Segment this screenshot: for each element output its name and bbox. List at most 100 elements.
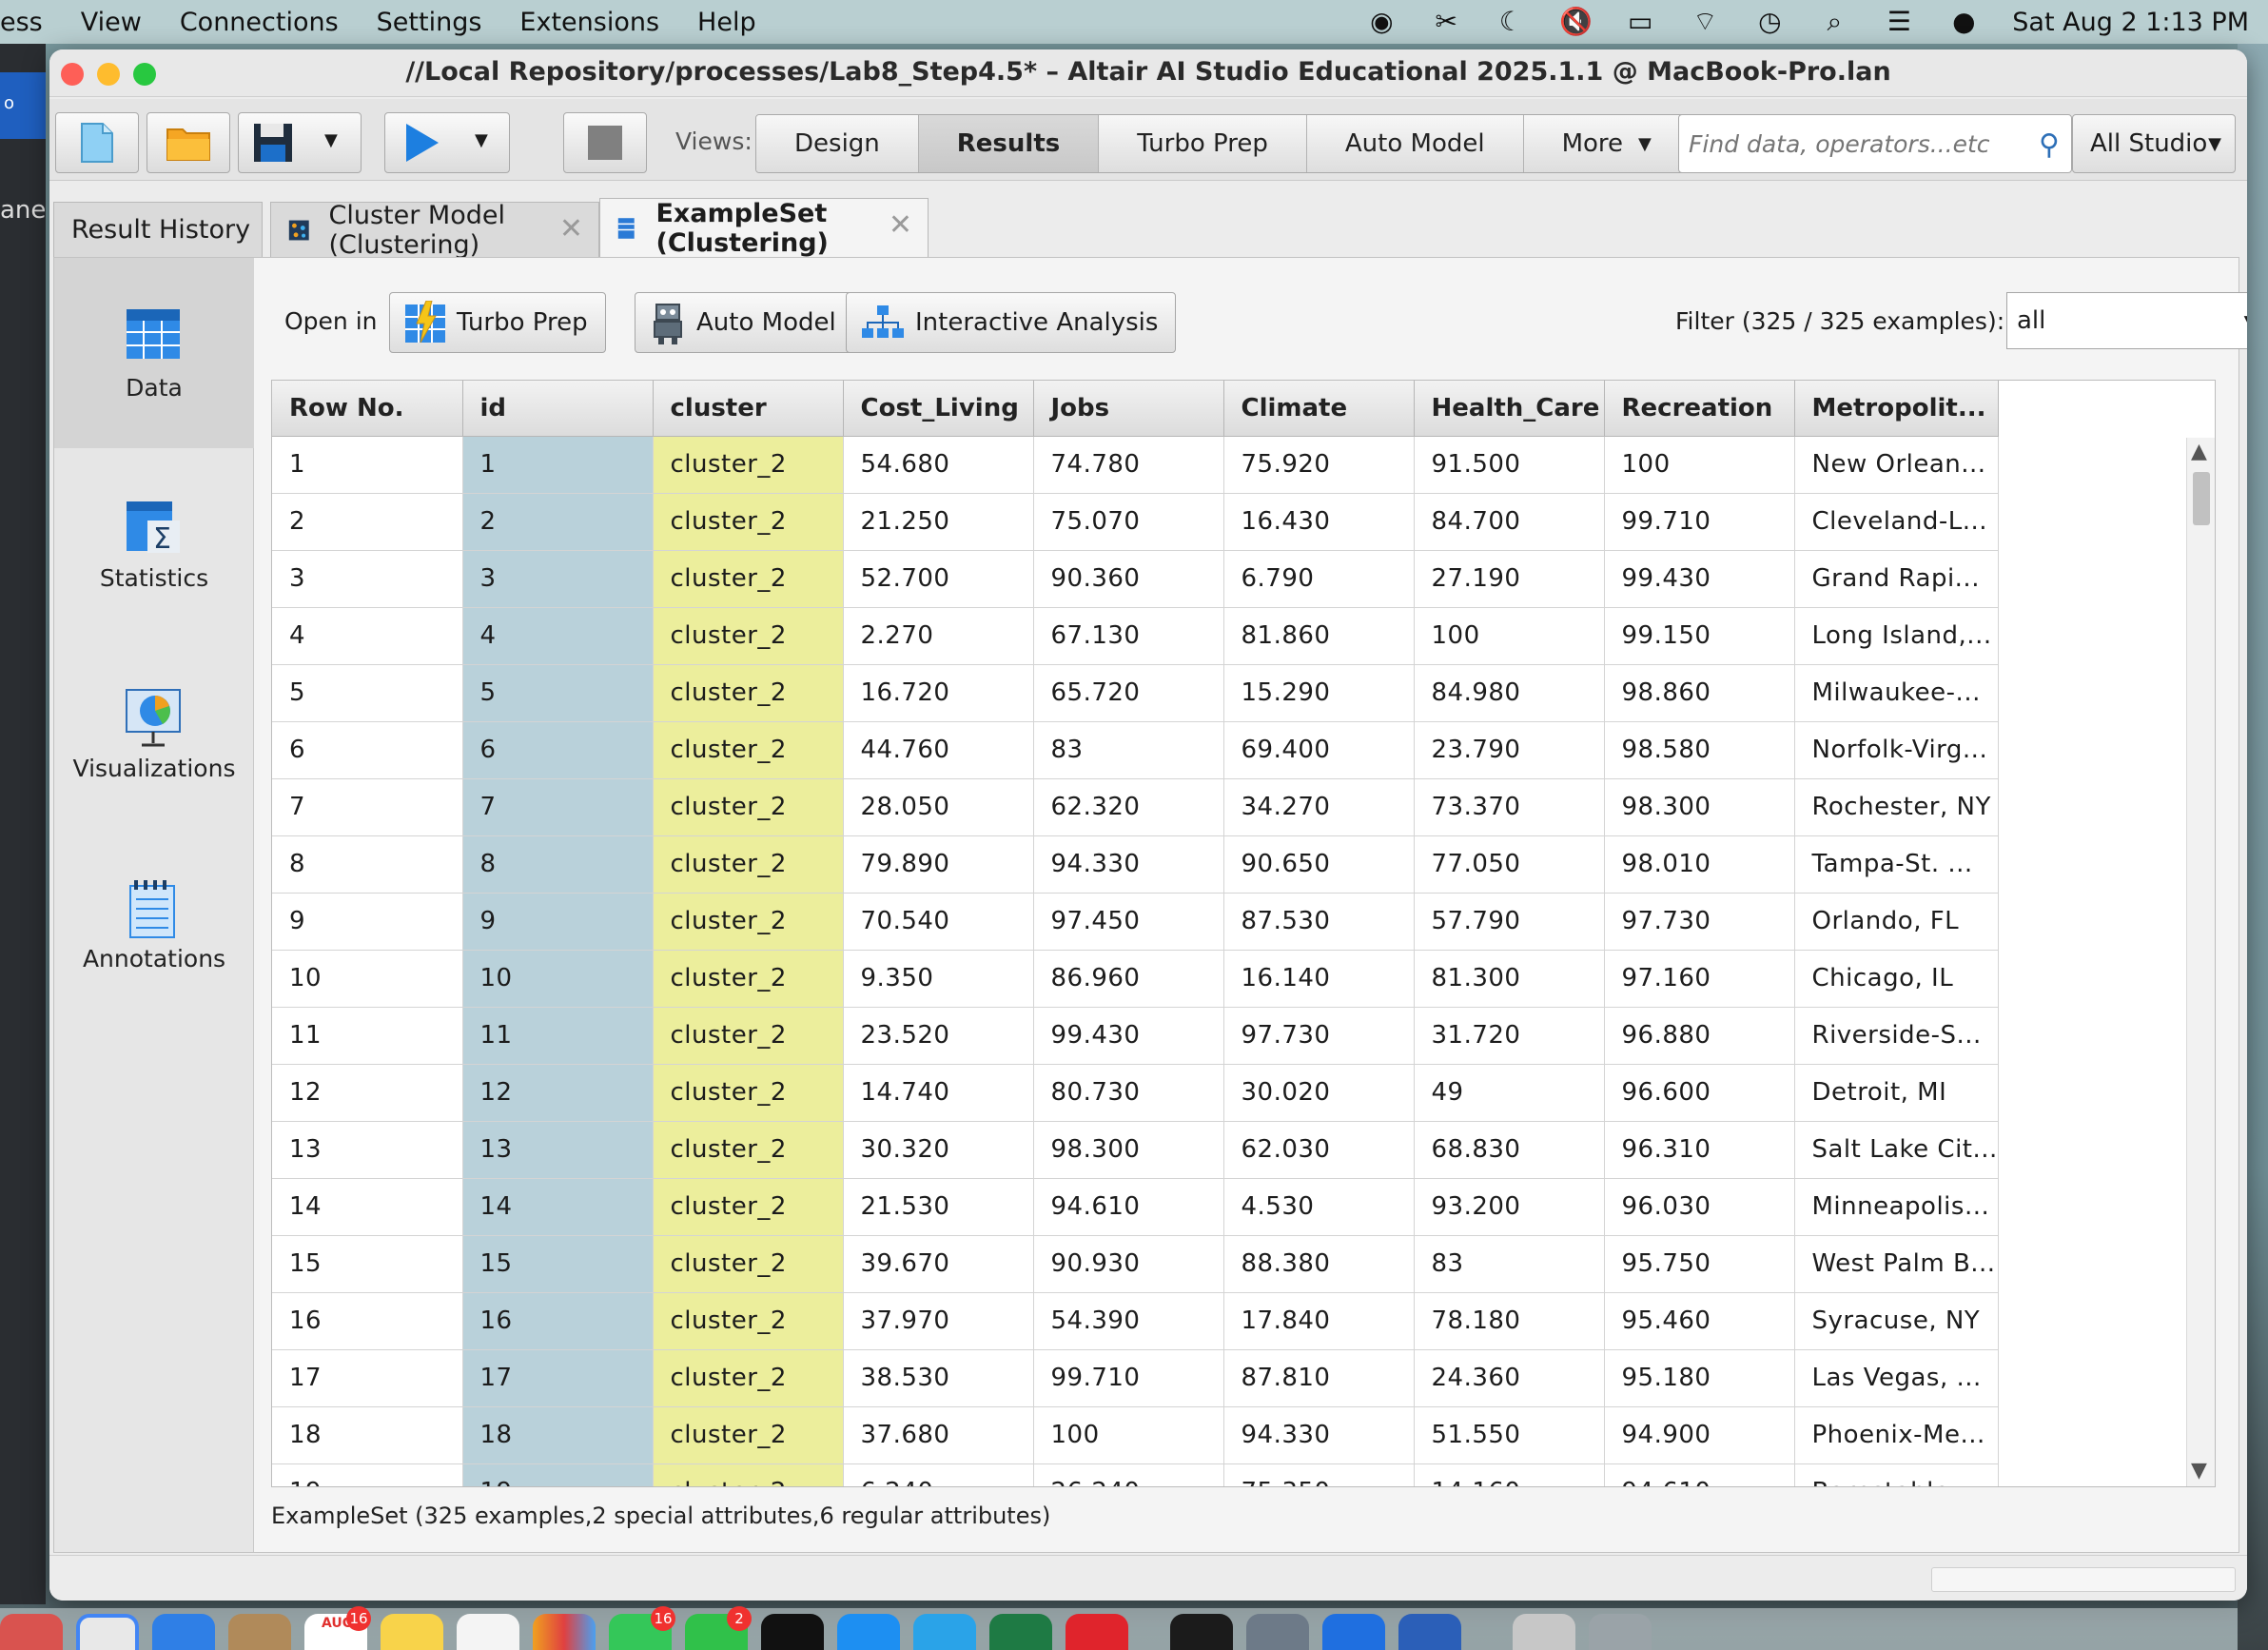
scrollbar-thumb[interactable] xyxy=(2193,472,2210,525)
view-turbo-prep-button[interactable]: Turbo Prep xyxy=(1099,115,1307,172)
contacts-icon[interactable] xyxy=(228,1614,291,1650)
table-cell[interactable]: Norfolk-Virg... xyxy=(1794,721,1999,779)
table-cell[interactable]: 49 xyxy=(1414,1064,1605,1122)
table-cell[interactable]: 68.830 xyxy=(1414,1121,1605,1179)
table-cell[interactable]: 90.650 xyxy=(1223,835,1415,894)
table-row[interactable]: 17 17 cluster_2 38.530 99.710 87.810 24.360 95.… xyxy=(272,1349,1999,1407)
view-more-button[interactable]: More ▼ xyxy=(1523,115,1690,172)
table-cell[interactable]: 5 xyxy=(462,664,654,722)
table-cell[interactable]: 99.710 xyxy=(1604,493,1795,551)
table-cell[interactable]: cluster_2 xyxy=(653,1235,844,1293)
table-cell[interactable]: cluster_2 xyxy=(653,1007,844,1065)
table-cell[interactable]: 93.200 xyxy=(1414,1178,1605,1236)
menu-connections[interactable]: Connections xyxy=(180,8,339,37)
table-cell[interactable]: cluster_2 xyxy=(653,1463,844,1486)
menu-app-fragment[interactable]: ess xyxy=(0,8,43,37)
app-store-icon[interactable] xyxy=(837,1614,900,1650)
table-cell[interactable]: 77.050 xyxy=(1414,835,1605,894)
table-cell[interactable]: 3 xyxy=(272,550,463,608)
table-cell[interactable]: 16.720 xyxy=(843,664,1034,722)
table-cell[interactable]: Barnstable... xyxy=(1794,1463,1999,1486)
table-cell[interactable]: 80.730 xyxy=(1033,1064,1224,1122)
new-process-button[interactable] xyxy=(55,112,139,173)
table-cell[interactable]: cluster_2 xyxy=(653,778,844,836)
table-cell[interactable]: cluster_2 xyxy=(653,1406,844,1464)
control-center-icon[interactable]: ☰ xyxy=(1883,6,1915,38)
table-cell[interactable]: 11 xyxy=(272,1007,463,1065)
table-cell[interactable]: 3 xyxy=(462,550,654,608)
save-process-button[interactable]: ▼ xyxy=(238,112,362,173)
table-cell[interactable]: cluster_2 xyxy=(653,550,844,608)
table-cell[interactable]: 84.980 xyxy=(1414,664,1605,722)
chevron-down-icon[interactable]: ▼ xyxy=(475,130,488,150)
table-cell[interactable]: 18 xyxy=(462,1406,654,1464)
wifi-icon[interactable]: ⌔ xyxy=(1689,6,1721,38)
table-cell[interactable]: 96.880 xyxy=(1604,1007,1795,1065)
menu-view[interactable]: View xyxy=(81,8,142,37)
photos-icon[interactable] xyxy=(533,1614,596,1650)
table-cell[interactable]: Tampa-St. ... xyxy=(1794,835,1999,894)
table-cell[interactable]: 44.760 xyxy=(843,721,1034,779)
table-cell[interactable]: 9 xyxy=(462,893,654,951)
excel-icon[interactable] xyxy=(989,1614,1052,1650)
table-cell[interactable]: Long Island,... xyxy=(1794,607,1999,665)
table-cell[interactable]: 30.020 xyxy=(1223,1064,1415,1122)
table-cell[interactable]: 83 xyxy=(1414,1235,1605,1293)
sidebar-item-annotations[interactable]: Annotations xyxy=(54,829,254,1019)
view-results-button[interactable]: Results xyxy=(918,115,1100,172)
table-cell[interactable]: 94.330 xyxy=(1223,1406,1415,1464)
table-cell[interactable]: 94.900 xyxy=(1604,1406,1795,1464)
table-row[interactable]: 7 7 cluster_2 28.050 62.320 34.270 73.370 98.30… xyxy=(272,778,1999,836)
table-cell[interactable]: 62.320 xyxy=(1033,778,1224,836)
table-cell[interactable]: 54.680 xyxy=(843,436,1034,494)
table-cell[interactable]: 11 xyxy=(462,1007,654,1065)
table-cell[interactable]: 14 xyxy=(462,1178,654,1236)
table-cell[interactable]: 83 xyxy=(1033,721,1224,779)
table-cell[interactable]: 96.030 xyxy=(1604,1178,1795,1236)
table-cell[interactable]: cluster_2 xyxy=(653,1349,844,1407)
table-cell[interactable]: 99.150 xyxy=(1604,607,1795,665)
table-cell[interactable]: 2 xyxy=(462,493,654,551)
table-cell[interactable]: 91.500 xyxy=(1414,436,1605,494)
table-row[interactable]: 12 12 cluster_2 14.740 80.730 30.020 49 96.600 D… xyxy=(272,1064,1999,1122)
sidebar-item-data[interactable]: Data xyxy=(54,258,254,448)
table-cell[interactable]: 12 xyxy=(462,1064,654,1122)
table-cell[interactable]: Las Vegas, ... xyxy=(1794,1349,1999,1407)
table-cell[interactable]: 17 xyxy=(462,1349,654,1407)
notes-icon[interactable] xyxy=(381,1614,443,1650)
table-cell[interactable]: Grand Rapi... xyxy=(1794,550,1999,608)
table-cell[interactable]: cluster_2 xyxy=(653,893,844,951)
table-cell[interactable]: Rochester, NY xyxy=(1794,778,1999,836)
table-cell[interactable]: cluster_2 xyxy=(653,607,844,665)
table-row[interactable]: 2 2 cluster_2 21.250 75.070 16.430 84.700 99.71… xyxy=(272,493,1999,551)
table-cell[interactable]: 34.270 xyxy=(1223,778,1415,836)
table-cell[interactable]: 98.580 xyxy=(1604,721,1795,779)
table-cell[interactable]: 90.930 xyxy=(1033,1235,1224,1293)
column-header[interactable]: cluster xyxy=(653,381,844,437)
table-cell[interactable]: 9.350 xyxy=(843,950,1034,1008)
table-row[interactable]: 1919cluster_26.24026.24075.35014.16094.6… xyxy=(272,1463,1999,1486)
chrome-icon[interactable] xyxy=(76,1614,139,1650)
table-row[interactable]: 11 11 cluster_2 23.520 99.430 97.730 31.720 96.… xyxy=(272,1007,1999,1065)
mail-icon[interactable] xyxy=(152,1614,215,1650)
table-cell[interactable]: Minneapolis... xyxy=(1794,1178,1999,1236)
table-cell[interactable]: 4 xyxy=(462,607,654,665)
scroll-down-icon[interactable]: ▼ xyxy=(2191,1459,2207,1483)
table-cell[interactable]: 6.240 xyxy=(843,1463,1034,1486)
global-search-input[interactable] xyxy=(1689,129,2012,158)
trash-icon[interactable] xyxy=(1589,1614,1652,1650)
battery-icon[interactable]: ▭ xyxy=(1624,6,1656,38)
table-cell[interactable]: 67.130 xyxy=(1033,607,1224,665)
table-cell[interactable]: 94.330 xyxy=(1033,835,1224,894)
table-cell[interactable]: 16.140 xyxy=(1223,950,1415,1008)
table-cell[interactable]: 10 xyxy=(462,950,654,1008)
table-cell[interactable]: 95.180 xyxy=(1604,1349,1795,1407)
table-cell[interactable]: 30.320 xyxy=(843,1121,1034,1179)
table-cell[interactable]: cluster_2 xyxy=(653,721,844,779)
table-row[interactable]: 5 5 cluster_2 16.720 65.720 15.290 84.980 98.86… xyxy=(272,664,1999,722)
launchpad-icon[interactable] xyxy=(0,1614,63,1650)
table-cell[interactable]: 99.710 xyxy=(1033,1349,1224,1407)
table-cell[interactable]: 100 xyxy=(1604,436,1795,494)
menu-help[interactable]: Help xyxy=(697,8,756,37)
table-cell[interactable]: 70.540 xyxy=(843,893,1034,951)
